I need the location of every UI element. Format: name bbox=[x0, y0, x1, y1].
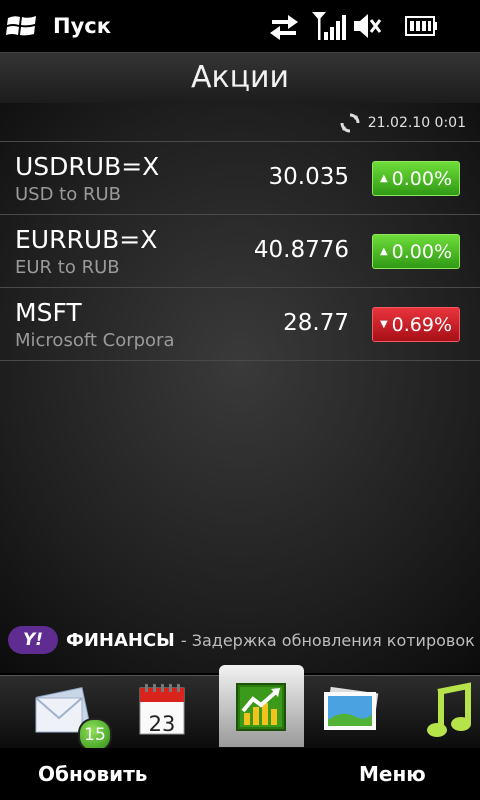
stock-price: 30.035 bbox=[268, 164, 349, 190]
tab-stocks[interactable] bbox=[219, 665, 304, 747]
refresh-softkey[interactable]: Обновить bbox=[38, 762, 147, 786]
stock-symbol: EURRUB=X bbox=[15, 225, 158, 254]
calendar-day: 23 bbox=[148, 712, 176, 736]
data-connection-icon bbox=[270, 15, 298, 40]
last-updated[interactable]: 21.02.10 0:01 bbox=[340, 111, 466, 135]
volume-muted-icon bbox=[354, 14, 382, 38]
tab-calendar[interactable]: 23 bbox=[136, 680, 200, 744]
stock-name: USD to RUB bbox=[15, 184, 122, 205]
stock-row-eurrub[interactable]: EURRUB=X EUR to RUB 40.8776 ▲ 0.00% bbox=[0, 214, 480, 287]
start-label[interactable]: Пуск bbox=[53, 14, 111, 38]
stock-name: EUR to RUB bbox=[15, 257, 120, 278]
stock-change-badge[interactable]: ▲ 0.00% bbox=[372, 234, 460, 269]
arrow-up-icon: ▲ bbox=[379, 246, 388, 257]
stocks-list: 21.02.10 0:01 USDRUB=X USD to RUB 30.035… bbox=[0, 103, 480, 673]
stock-price: 28.77 bbox=[283, 310, 349, 336]
tab-strip: 15 23 bbox=[0, 665, 480, 752]
yahoo-brand: ФИНАНСЫ bbox=[66, 629, 175, 651]
arrow-down-icon: ▼ bbox=[379, 319, 388, 330]
softkey-bar: Обновить Меню bbox=[0, 748, 480, 800]
stock-change-value: 0.69% bbox=[391, 313, 453, 336]
unread-count-badge: 15 bbox=[78, 718, 112, 752]
signal-icon bbox=[312, 12, 346, 40]
music-icon bbox=[427, 682, 471, 737]
tab-mail[interactable]: 15 bbox=[30, 680, 112, 752]
tab-photos[interactable] bbox=[320, 680, 384, 744]
yahoo-finance-attribution[interactable]: Y! ФИНАНСЫ - Задержка обновления котиров… bbox=[8, 623, 475, 657]
stock-symbol: MSFT bbox=[15, 298, 82, 327]
refresh-icon[interactable] bbox=[340, 113, 360, 133]
status-bar: Пуск bbox=[0, 0, 480, 52]
yahoo-logo: Y! bbox=[8, 626, 58, 654]
quote-delay-note: - Задержка обновления котировок bbox=[180, 630, 475, 650]
page-title: Акции bbox=[0, 52, 480, 104]
stock-change-value: 0.00% bbox=[391, 167, 453, 190]
last-updated-time: 21.02.10 0:01 bbox=[367, 115, 466, 131]
stock-row-msft[interactable]: MSFT Microsoft Corpora 28.77 ▼ 0.69% bbox=[0, 287, 480, 361]
stock-row-usdrub[interactable]: USDRUB=X USD to RUB 30.035 ▲ 0.00% bbox=[0, 141, 480, 214]
stock-name: Microsoft Corpora bbox=[15, 330, 175, 351]
menu-softkey[interactable]: Меню bbox=[359, 762, 426, 786]
stocks-icon bbox=[236, 683, 286, 731]
stock-change-value: 0.00% bbox=[391, 240, 453, 263]
stock-change-badge[interactable]: ▲ 0.00% bbox=[372, 161, 460, 196]
arrow-up-icon: ▲ bbox=[379, 173, 388, 184]
stock-symbol: USDRUB=X bbox=[15, 152, 160, 181]
windows-logo-icon[interactable] bbox=[6, 12, 38, 40]
tab-music[interactable] bbox=[424, 680, 480, 744]
stock-price: 40.8776 bbox=[253, 237, 349, 263]
stock-change-badge[interactable]: ▼ 0.69% bbox=[372, 307, 460, 342]
battery-icon bbox=[405, 16, 437, 36]
photos-icon bbox=[324, 686, 379, 730]
